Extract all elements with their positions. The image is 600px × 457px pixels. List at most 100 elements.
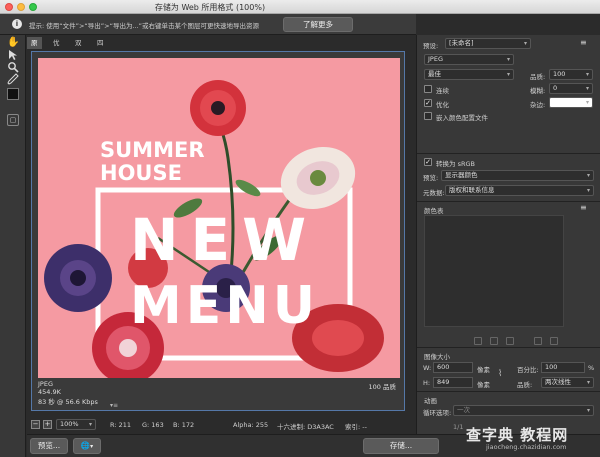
- readout-red: R: 211: [110, 421, 131, 429]
- embed-profile-label: 嵌入颜色配置文件: [436, 114, 488, 122]
- format-value: JPEG: [428, 55, 443, 63]
- chevron-down-icon: ▾: [586, 187, 590, 194]
- divider: [417, 201, 600, 202]
- format-select[interactable]: JPEG ▾: [424, 54, 514, 65]
- artwork-text-new: NEW: [130, 206, 319, 274]
- chevron-down-icon: ▾: [586, 379, 590, 386]
- progressive-checkbox[interactable]: [424, 85, 432, 93]
- tool-panel: ✋ ▢: [0, 35, 26, 457]
- zoom-level-select[interactable]: 100% ▾: [56, 419, 96, 430]
- tab-optimized[interactable]: 优化: [49, 37, 64, 59]
- eyedropper-icon[interactable]: [7, 73, 19, 85]
- link-dimensions-icon[interactable]: ⌇: [498, 369, 502, 379]
- divider: [417, 347, 600, 348]
- tab-original[interactable]: 原稿: [27, 37, 42, 59]
- color-table[interactable]: [424, 215, 564, 327]
- image-preview-pane[interactable]: SUMMER HOUSE NEW MENU JPEG 454.9K 83 秒 @…: [31, 51, 405, 411]
- save-button[interactable]: 存储...: [363, 438, 439, 454]
- preview-color-label: 预览:: [423, 174, 439, 182]
- learn-more-button[interactable]: 了解更多: [283, 17, 353, 32]
- resample-value: 两次线性: [545, 378, 571, 386]
- tab-4-up[interactable]: 四联: [93, 37, 108, 59]
- preview-quality: 100 品质: [368, 383, 396, 391]
- web-snap-icon[interactable]: [490, 337, 498, 345]
- preview-menu-icon[interactable]: ▾≡: [110, 402, 118, 409]
- quality-input[interactable]: 100 ▾: [549, 69, 593, 80]
- eyedropper-color-swatch[interactable]: [7, 88, 19, 100]
- readout-hex: 十六进制: D3A3AC: [277, 423, 334, 431]
- readout-alpha: Alpha: 255: [233, 421, 269, 429]
- loop-value: 一次: [457, 406, 470, 414]
- new-color-icon[interactable]: [534, 337, 542, 345]
- height-input[interactable]: 849: [433, 377, 473, 388]
- loop-select[interactable]: 一次 ▾: [453, 405, 594, 416]
- progressive-label: 连续: [436, 87, 449, 95]
- readout-index: 索引: --: [345, 423, 367, 431]
- divider: [417, 153, 600, 154]
- zoom-in-button[interactable]: +: [43, 420, 52, 429]
- quality-preset-value: 最佳: [428, 70, 441, 78]
- frame-counter: 1/1: [453, 423, 464, 431]
- quality-label: 品质:: [530, 73, 546, 81]
- quality-preset-select[interactable]: 最佳 ▾: [424, 69, 514, 80]
- settings-menu-icon[interactable]: ≡: [580, 38, 587, 47]
- width-input[interactable]: 600: [433, 362, 473, 373]
- chevron-down-icon: ▾: [90, 443, 94, 450]
- chevron-down-icon: ▾: [506, 71, 510, 78]
- chevron-down-icon: ▾: [88, 421, 92, 428]
- chevron-down-icon: ▾: [586, 407, 590, 414]
- slice-select-icon[interactable]: [7, 49, 19, 61]
- preview-color-select[interactable]: 显示器颜色 ▾: [441, 170, 594, 181]
- preview-file-size: 454.9K: [38, 388, 61, 396]
- metadata-label: 元数据:: [423, 189, 445, 197]
- chevron-down-icon: ▾: [586, 172, 590, 179]
- artwork-text-house: HOUSE: [100, 161, 182, 185]
- color-table-menu-icon[interactable]: ≡: [580, 203, 587, 212]
- preset-value: [未命名]: [449, 39, 474, 47]
- trash-icon[interactable]: [550, 337, 558, 345]
- readout-blue: B: 172: [173, 421, 195, 429]
- artwork-text-summer: SUMMER: [100, 138, 205, 162]
- preview-download-time: 83 秒 @ 56.6 Kbps: [38, 398, 98, 406]
- percent-label: 百分比:: [517, 366, 539, 374]
- height-label: H:: [423, 379, 431, 387]
- embed-profile-checkbox[interactable]: [424, 112, 432, 120]
- height-unit: 像素: [477, 381, 490, 389]
- resample-select[interactable]: 两次线性 ▾: [541, 377, 594, 388]
- tip-text: 提示: 使用“文件”>“导出”>“导出为...”或右键单击某个图层可更快速地导出…: [29, 22, 260, 30]
- optimized-checkbox[interactable]: ✓: [424, 99, 432, 107]
- globe-icon: 🌐: [80, 441, 91, 450]
- blur-input[interactable]: 0 ▾: [549, 83, 593, 94]
- browser-preview-button[interactable]: 🌐▾: [73, 438, 101, 454]
- color-table-title: 颜色表: [424, 207, 444, 215]
- preview-button[interactable]: 预览...: [30, 438, 68, 454]
- hand-icon[interactable]: ✋: [7, 37, 19, 49]
- blur-label: 模糊:: [530, 87, 546, 95]
- chevron-down-icon: ▾: [585, 85, 589, 92]
- zoom-icon[interactable]: [7, 61, 19, 73]
- zoom-level-value: 100%: [60, 420, 79, 428]
- toggle-slices-visibility-icon[interactable]: ▢: [7, 114, 19, 126]
- percent-input[interactable]: 100: [541, 362, 585, 373]
- artwork-image: SUMMER HOUSE NEW MENU: [38, 58, 400, 378]
- metadata-select[interactable]: 版权和联系信息 ▾: [445, 185, 594, 196]
- optimize-settings-panel: 预设: [未命名] ▾ ≡ JPEG ▾ 最佳 ▾ 品质: 100 ▾ 连续 模糊: 0…: [416, 35, 600, 434]
- chevron-down-icon: ▾: [585, 99, 589, 106]
- matte-color-select[interactable]: ▾: [549, 97, 593, 108]
- zoom-out-button[interactable]: −: [31, 420, 40, 429]
- optimized-label: 优化: [436, 101, 449, 109]
- watermark: 查字典 教程网 jiaocheng.chazidian.com: [466, 424, 598, 454]
- chevron-down-icon: ▾: [506, 56, 510, 63]
- lock-color-icon[interactable]: [506, 337, 514, 345]
- watermark-main: 查字典 教程网: [466, 426, 569, 444]
- quality-value: 100: [553, 70, 566, 78]
- preview-format: JPEG: [38, 380, 53, 388]
- tab-2-up[interactable]: 双联: [71, 37, 86, 59]
- convert-srgb-checkbox[interactable]: ✓: [424, 158, 432, 166]
- width-label: W:: [423, 364, 432, 372]
- title-bar: 存储为 Web 所用格式 (100%): [0, 0, 600, 14]
- preset-select[interactable]: [未命名] ▾: [445, 38, 531, 49]
- blur-value: 0: [553, 84, 558, 92]
- map-color-icon[interactable]: [474, 337, 482, 345]
- width-unit: 像素: [477, 366, 490, 374]
